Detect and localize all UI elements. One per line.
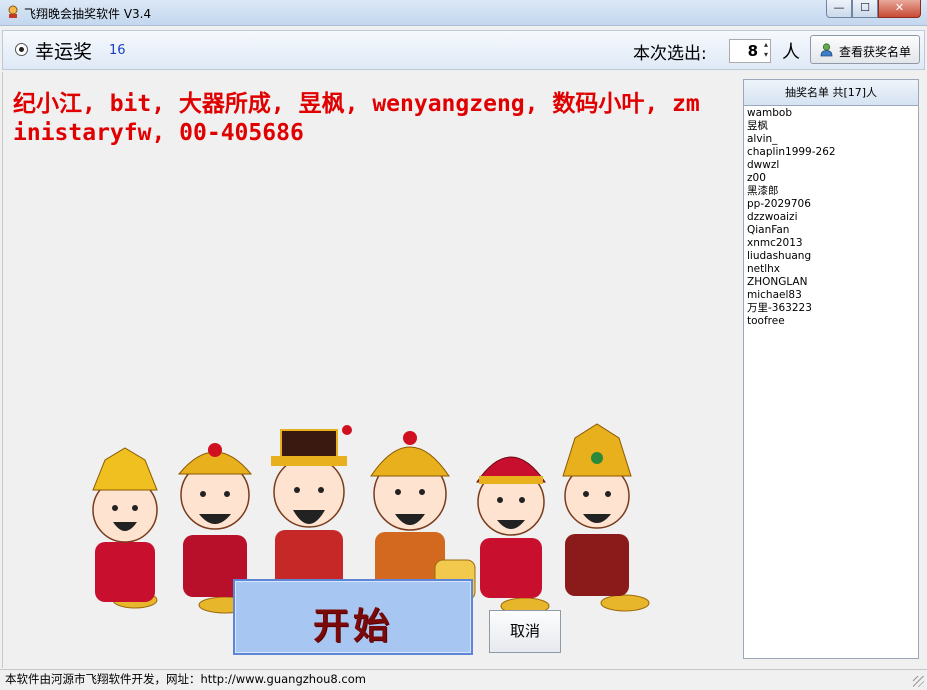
list-item[interactable]: dwwzl xyxy=(747,159,917,172)
list-item[interactable]: dzzwoaizi xyxy=(747,211,917,224)
list-item[interactable]: xnmc2013 xyxy=(747,237,917,250)
app-icon xyxy=(8,5,18,18)
prize-name: 幸运奖 xyxy=(35,41,93,63)
window-title: 飞翔晚会抽奖软件 V3.4 xyxy=(24,7,152,21)
candidate-list: wambob 昱枫 alvin_ chaplin1999-262 dwwzl z… xyxy=(747,107,917,328)
list-item[interactable]: michael83 xyxy=(747,289,917,302)
fortune-god-figure xyxy=(92,447,158,602)
fortune-god-figure xyxy=(177,443,253,597)
title-bar: 飞翔晚会抽奖软件 V3.4 — ☐ ✕ xyxy=(0,0,927,26)
list-item[interactable]: wambob xyxy=(747,107,917,120)
list-item[interactable]: alvin_ xyxy=(747,133,917,146)
status-text: 本软件由河源市飞翔软件开发，网址：http://www.guangzhou8.c… xyxy=(5,672,366,686)
draw-area: 纪小江, bit, 大器所成, 昱枫, wenyangzeng, 数码小叶, z… xyxy=(2,72,740,668)
prize-toolbar: 幸运奖 16 本次选出: 8 ▴ ▾ 人 查看获奖名单 xyxy=(2,30,925,70)
list-item[interactable]: ZHONGLAN xyxy=(747,276,917,289)
list-item[interactable]: z00 xyxy=(747,172,917,185)
minimize-button[interactable]: — xyxy=(826,0,852,18)
list-item[interactable]: toofree xyxy=(747,315,917,328)
list-item[interactable]: 昱枫 xyxy=(747,120,917,133)
candidate-list-header: 抽奖名单 共[17]人 xyxy=(744,80,918,106)
start-button-label: 开始 xyxy=(312,605,393,647)
fortune-god-figure xyxy=(271,425,352,598)
fortune-god-figure xyxy=(370,431,476,601)
person-unit-label: 人 xyxy=(782,42,800,63)
prize-count: 16 xyxy=(109,43,126,58)
status-bar: 本软件由河源市飞翔软件开发，网址：http://www.guangzhou8.c… xyxy=(0,669,927,690)
list-item[interactable]: 万里-363223 xyxy=(747,302,917,315)
maximize-button[interactable]: ☐ xyxy=(852,0,878,18)
start-button[interactable]: 开始 xyxy=(233,579,473,655)
winners-display: 纪小江, bit, 大器所成, 昱枫, wenyangzeng, 数码小叶, z… xyxy=(13,91,700,146)
cancel-button[interactable]: 取消 xyxy=(489,610,561,653)
select-count-label: 本次选出: xyxy=(633,44,707,64)
resize-grip[interactable] xyxy=(913,676,924,687)
user-icon xyxy=(820,43,833,57)
list-item[interactable]: chaplin1999-262 xyxy=(747,146,917,159)
list-item[interactable]: netlhx xyxy=(747,263,917,276)
fortune-god-figure xyxy=(562,423,632,596)
select-count-stepper[interactable]: ▴ ▾ xyxy=(764,40,770,60)
view-winners-button[interactable]: 查看获奖名单 xyxy=(810,35,920,64)
list-item[interactable]: QianFan xyxy=(747,224,917,237)
list-item[interactable]: 黑漆郎 xyxy=(747,185,917,198)
prize-radio[interactable] xyxy=(15,43,28,56)
list-item[interactable]: liudashuang xyxy=(747,250,917,263)
fortune-god-figure xyxy=(476,456,546,598)
close-button[interactable]: ✕ xyxy=(878,0,921,18)
candidate-list-panel[interactable]: 抽奖名单 共[17]人 wambob 昱枫 alvin_ chaplin1999… xyxy=(743,79,919,659)
view-winners-label: 查看获奖名单 xyxy=(839,45,912,59)
list-item[interactable]: pp-2029706 xyxy=(747,198,917,211)
